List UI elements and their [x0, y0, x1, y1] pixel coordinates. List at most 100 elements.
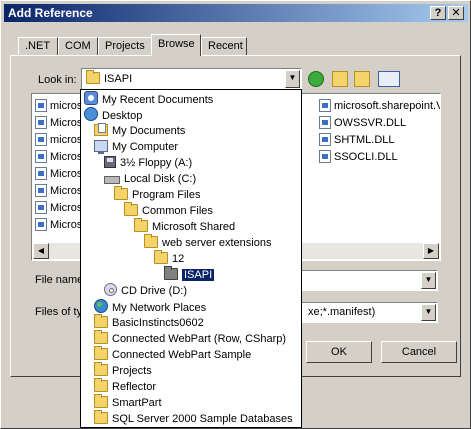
dropdown-item-label: Projects [112, 365, 152, 377]
dropdown-item[interactable]: My Network Places [94, 299, 206, 315]
dropdown-item[interactable]: My Recent Documents [84, 91, 213, 107]
scroll-right-icon[interactable]: ▶ [423, 243, 439, 259]
my-computer-icon [94, 140, 108, 154]
dropdown-item-label: Connected WebPart (Row, CSharp) [112, 333, 287, 345]
scroll-left-icon[interactable]: ◀ [33, 243, 49, 259]
chevron-down-icon[interactable]: ▼ [421, 272, 436, 289]
dropdown-item[interactable]: Local Disk (C:) [104, 171, 196, 187]
folder-icon [134, 218, 148, 232]
tab-com[interactable]: COM [58, 37, 98, 55]
dropdown-item[interactable]: My Computer [94, 139, 178, 155]
close-button[interactable]: ✕ [448, 6, 464, 20]
folder-icon [86, 70, 100, 84]
dropdown-item[interactable]: ISAPI [164, 266, 215, 283]
cd-drive-icon [104, 283, 117, 296]
folder-icon [124, 202, 138, 216]
folder-icon [94, 346, 108, 360]
ok-button[interactable]: OK [306, 341, 372, 363]
open-folder-icon [164, 266, 178, 280]
dropdown-item-label: My Computer [112, 141, 179, 153]
dropdown-item-label: 12 [172, 253, 185, 265]
dll-file-icon [35, 201, 47, 214]
dropdown-item[interactable]: Reflector [94, 378, 156, 395]
local-disk-icon [104, 176, 120, 184]
dll-file-icon [35, 150, 47, 163]
views-menu-icon[interactable] [378, 71, 400, 87]
look-in-label: Look in: [38, 74, 77, 86]
dll-file-icon [35, 99, 47, 112]
dropdown-item[interactable]: Program Files [114, 186, 201, 203]
folder-icon [144, 234, 158, 248]
my-documents-icon [94, 123, 108, 136]
folder-icon [94, 394, 108, 408]
dropdown-item[interactable]: Microsoft Shared [134, 218, 236, 235]
list-item[interactable]: SSOCLI.DLL [319, 149, 398, 165]
dropdown-item-label: CD Drive (D:) [121, 285, 187, 297]
dropdown-item[interactable]: 12 [154, 250, 185, 267]
dll-file-icon [319, 150, 331, 163]
dropdown-item-label: 3½ Floppy (A:) [120, 157, 193, 169]
dropdown-item-label: Local Disk (C:) [124, 173, 197, 185]
files-of-type-label: Files of ty [35, 306, 83, 318]
chevron-down-icon[interactable]: ▼ [285, 70, 300, 88]
tab-net[interactable]: .NET [18, 37, 58, 55]
folder-icon [94, 362, 108, 376]
folder-icon [114, 186, 128, 200]
help-button[interactable]: ? [430, 6, 446, 20]
dropdown-item-label: My Recent Documents [102, 94, 214, 106]
tab-projects[interactable]: Projects [98, 37, 152, 55]
dll-file-icon [35, 218, 47, 231]
new-folder-icon[interactable] [354, 71, 370, 87]
dropdown-item[interactable]: Projects [94, 362, 152, 379]
dropdown-item-label: Program Files [132, 189, 201, 201]
tab-recent[interactable]: Recent [201, 37, 247, 55]
list-item[interactable]: SHTML.DLL [319, 132, 395, 148]
folder-icon [94, 330, 108, 344]
look-in-value: ISAPI [104, 73, 133, 85]
desktop-icon [84, 107, 98, 121]
dll-file-icon [35, 184, 47, 197]
dropdown-item[interactable]: Desktop [84, 107, 142, 123]
recent-documents-icon [84, 91, 98, 105]
up-folder-icon[interactable] [332, 71, 348, 87]
dropdown-item[interactable]: SmartPart [94, 394, 162, 411]
dropdown-item[interactable]: web server extensions [144, 234, 272, 251]
dropdown-item-label: SmartPart [112, 397, 162, 409]
tab-browse[interactable]: Browse [151, 34, 201, 56]
dropdown-item[interactable]: SQL Server 2000 Sample Databases [94, 410, 293, 427]
dropdown-item-label: Connected WebPart Sample [112, 349, 252, 361]
dropdown-item-label: ISAPI [182, 269, 215, 281]
cancel-button[interactable]: Cancel [381, 341, 457, 363]
dropdown-item-label: Desktop [102, 110, 143, 122]
folder-icon [94, 378, 108, 392]
look-in-dropdown-list[interactable]: My Recent Documents Desktop My Documents My… [80, 89, 302, 428]
dropdown-item[interactable]: BasicInstincts0602 [94, 314, 204, 331]
dll-file-icon [319, 133, 331, 146]
dropdown-item[interactable]: Connected WebPart (Row, CSharp) [94, 330, 287, 347]
floppy-drive-icon [104, 156, 116, 168]
dll-file-icon [319, 99, 331, 112]
network-places-icon [94, 299, 108, 313]
look-in-combo[interactable]: ISAPI ▼ [81, 68, 302, 90]
dropdown-item-label: My Documents [112, 125, 186, 137]
dll-file-icon [35, 116, 47, 129]
dropdown-item-label: SQL Server 2000 Sample Databases [112, 413, 293, 425]
list-item[interactable]: microsoft.sharepoint.V [319, 98, 440, 114]
chevron-down-icon[interactable]: ▼ [421, 304, 436, 321]
dropdown-item-label: web server extensions [162, 237, 272, 249]
dropdown-item[interactable]: 3½ Floppy (A:) [104, 155, 192, 171]
list-item[interactable]: OWSSVR.DLL [319, 115, 406, 131]
dropdown-item[interactable]: Connected WebPart Sample [94, 346, 252, 363]
title-bar[interactable]: Add Reference ? ✕ [4, 4, 468, 22]
dropdown-item-label: Common Files [142, 205, 213, 217]
file-name-label: File name [35, 274, 84, 286]
dialog-title: Add Reference [8, 6, 93, 20]
dropdown-item[interactable]: My Documents [94, 123, 185, 139]
dropdown-item[interactable]: Common Files [124, 202, 213, 219]
dropdown-item-label: BasicInstincts0602 [112, 317, 204, 329]
dropdown-item-label: Microsoft Shared [152, 221, 236, 233]
dropdown-item[interactable]: CD Drive (D:) [104, 283, 187, 299]
folder-icon [154, 250, 168, 264]
back-icon[interactable] [308, 71, 324, 87]
folder-icon [94, 314, 108, 328]
